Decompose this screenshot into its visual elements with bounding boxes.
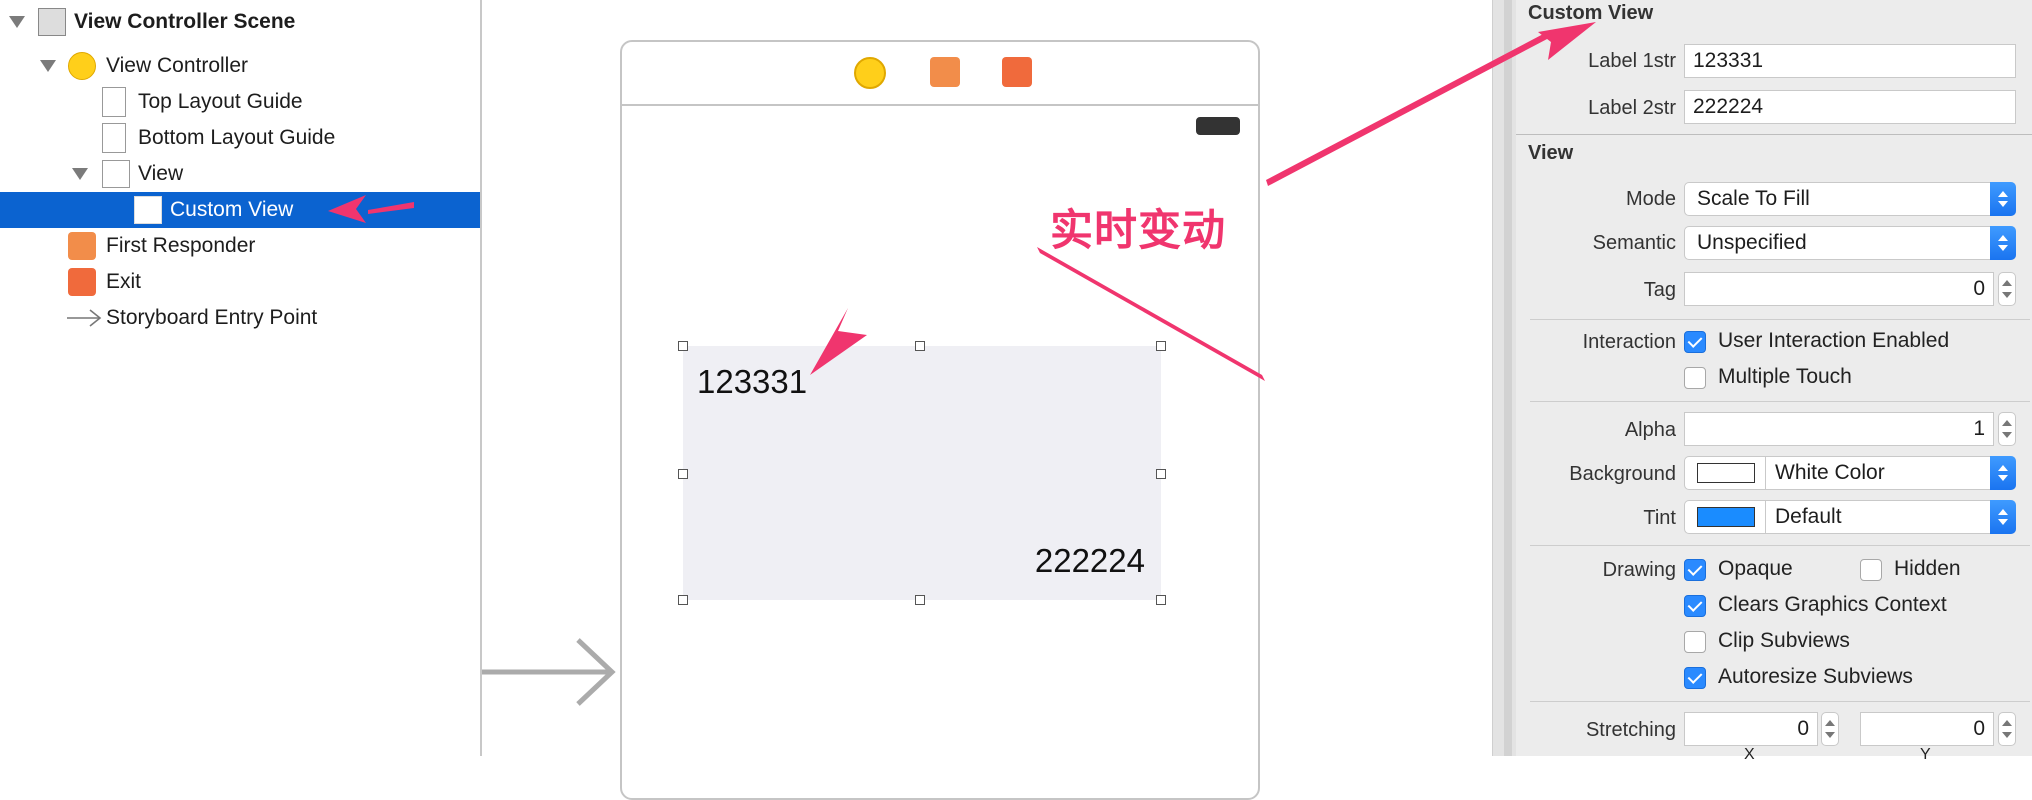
arrow-to-outline-head (328, 195, 366, 223)
arrow-to-inspector-head (1538, 22, 1596, 60)
arrow-to-label-shaft (1037, 247, 1265, 381)
arrow-to-label-head (810, 308, 867, 375)
annotation-arrows (328, 22, 1596, 381)
arrow-to-outline-shaft (368, 202, 414, 214)
arrow-to-inspector-shaft (1266, 32, 1549, 186)
